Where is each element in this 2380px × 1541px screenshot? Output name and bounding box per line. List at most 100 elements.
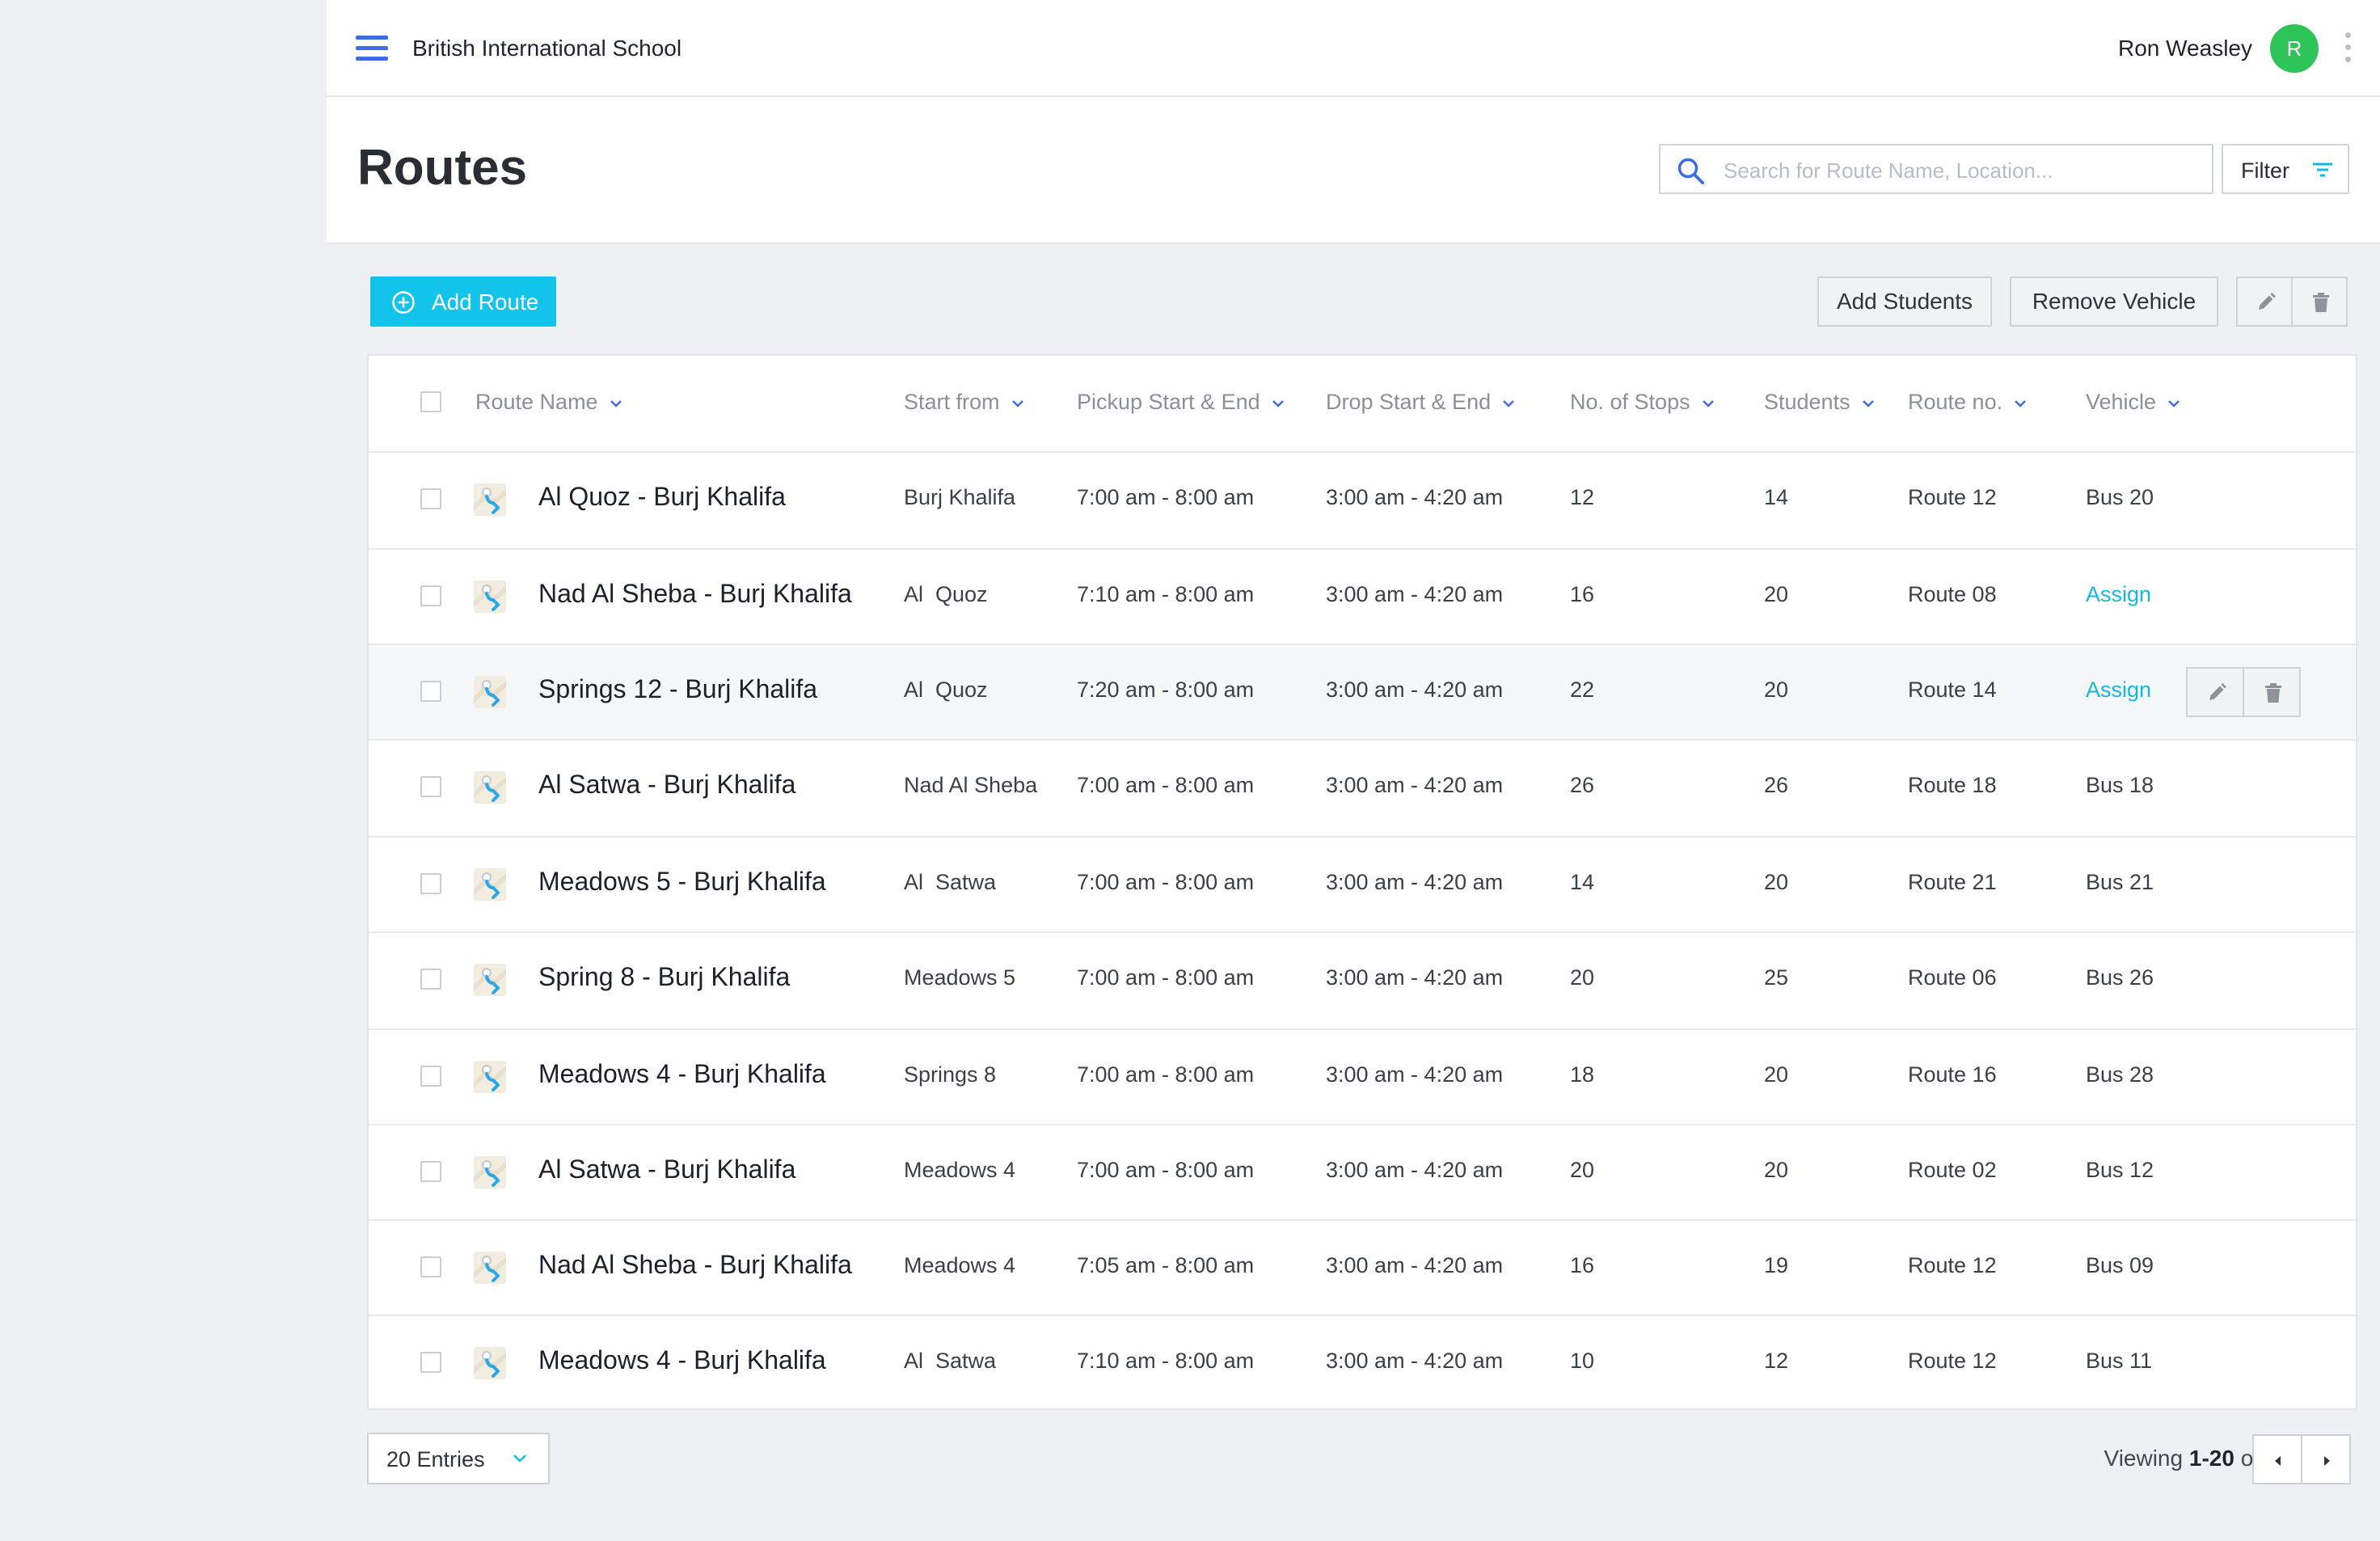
- route-name[interactable]: Al Quoz - Burj Khalifa: [538, 482, 786, 512]
- route-number: Route 06: [1908, 965, 1997, 990]
- filter-button[interactable]: Filter: [2222, 144, 2349, 194]
- stops-count: 16: [1570, 1253, 1595, 1277]
- column-header-route-no[interactable]: Route no.: [1908, 390, 2027, 415]
- assign-vehicle-link[interactable]: Assign: [2086, 678, 2151, 703]
- route-name[interactable]: Nad Al Sheba - Burj Khalifa: [538, 579, 852, 609]
- row-checkbox[interactable]: [420, 776, 441, 797]
- vehicle: Bus 21: [2086, 870, 2154, 894]
- assign-vehicle-link[interactable]: Assign: [2086, 582, 2151, 607]
- route-name[interactable]: Springs 12 - Burj Khalifa: [538, 674, 817, 704]
- delete-button[interactable]: [2291, 277, 2348, 327]
- start-from: Burj Khalifa: [904, 485, 1016, 509]
- next-page-button[interactable]: [2301, 1434, 2351, 1484]
- students-count: 20: [1764, 1062, 1789, 1087]
- user-name[interactable]: Ron Weasley: [2118, 36, 2252, 61]
- stops-count: 14: [1570, 870, 1595, 894]
- chevron-down-icon: [1503, 399, 1514, 407]
- students-count: 12: [1764, 1349, 1789, 1373]
- column-header-pickup[interactable]: Pickup Start & End: [1077, 390, 1285, 415]
- column-header-start-from[interactable]: Start from: [904, 390, 1024, 415]
- route-number: Route 08: [1908, 582, 1997, 606]
- drop-time: 3:00 am - 4:20 am: [1326, 773, 1504, 797]
- route-number: Route 16: [1908, 1062, 1997, 1087]
- pickup-time: 7:10 am - 8:00 am: [1077, 1349, 1255, 1373]
- route-name[interactable]: Meadows 5 - Burj Khalifa: [538, 867, 826, 897]
- row-checkbox[interactable]: [420, 1256, 441, 1277]
- column-header-students[interactable]: Students: [1764, 390, 1875, 415]
- column-header-stops[interactable]: No. of Stops: [1570, 390, 1715, 415]
- edit-button[interactable]: [2236, 277, 2293, 327]
- vehicle: Bus 12: [2086, 1158, 2154, 1182]
- table-row[interactable]: Al Satwa - Burj Khalifa Meadows 4 7:00 a…: [369, 1124, 2356, 1219]
- avatar[interactable]: R: [2270, 24, 2319, 73]
- start-from: Meadows 4: [904, 1253, 1016, 1277]
- select-all-checkbox[interactable]: [420, 391, 441, 412]
- entries-select[interactable]: 20 Entries: [367, 1433, 550, 1484]
- row-checkbox[interactable]: [420, 681, 441, 702]
- table-row[interactable]: Al Quoz - Burj Khalifa Burj Khalifa 7:00…: [369, 451, 2356, 548]
- table-row[interactable]: Springs 12 - Burj Khalifa Al Quoz 7:20 a…: [369, 644, 2356, 739]
- route-map-icon: [474, 771, 506, 804]
- remove-vehicle-button[interactable]: Remove Vehicle: [2010, 277, 2218, 327]
- column-header-route-name[interactable]: Route Name: [475, 390, 622, 415]
- table-row[interactable]: Al Satwa - Burj Khalifa Nad Al Sheba 7:0…: [369, 739, 2356, 836]
- start-from: Nad Al Sheba: [904, 773, 1038, 797]
- route-name[interactable]: Nad Al Sheba - Burj Khalifa: [538, 1250, 852, 1280]
- pickup-time: 7:20 am - 8:00 am: [1077, 678, 1255, 702]
- table-row[interactable]: Nad Al Sheba - Burj Khalifa Meadows 4 7:…: [369, 1219, 2356, 1315]
- more-vertical-icon[interactable]: [2343, 32, 2353, 68]
- route-name[interactable]: Al Satwa - Burj Khalifa: [538, 770, 795, 800]
- route-name[interactable]: Meadows 4 - Burj Khalifa: [538, 1059, 826, 1089]
- add-route-button[interactable]: Add Route: [370, 277, 556, 327]
- row-checkbox[interactable]: [420, 488, 441, 509]
- drop-time: 3:00 am - 4:20 am: [1326, 965, 1504, 990]
- drop-time: 3:00 am - 4:20 am: [1326, 870, 1504, 894]
- row-checkbox[interactable]: [420, 969, 441, 990]
- chevron-down-icon: [513, 1454, 526, 1463]
- row-checkbox[interactable]: [420, 1161, 441, 1182]
- add-students-button[interactable]: Add Students: [1817, 277, 1992, 327]
- column-header-drop[interactable]: Drop Start & End: [1326, 390, 1515, 415]
- stops-count: 12: [1570, 485, 1595, 509]
- chevron-left-icon: [2275, 1456, 2281, 1466]
- filter-icon: [2313, 163, 2332, 177]
- route-name[interactable]: Meadows 4 - Burj Khalifa: [538, 1345, 826, 1375]
- chevron-down-icon: [610, 399, 622, 407]
- stops-count: 16: [1570, 582, 1595, 606]
- table-row[interactable]: Meadows 4 - Burj Khalifa Springs 8 7:00 …: [369, 1028, 2356, 1124]
- row-checkbox[interactable]: [420, 1066, 441, 1087]
- chevron-down-icon: [1862, 399, 1874, 407]
- filter-label: Filter: [2241, 158, 2289, 183]
- column-header-vehicle[interactable]: Vehicle: [2086, 390, 2180, 415]
- chevron-down-icon: [1272, 399, 1284, 407]
- vehicle: Bus 20: [2086, 485, 2154, 509]
- route-name[interactable]: Al Satwa - Burj Khalifa: [538, 1155, 795, 1184]
- route-number: Route 18: [1908, 773, 1997, 797]
- stops-count: 26: [1570, 773, 1595, 797]
- route-name[interactable]: Spring 8 - Burj Khalifa: [538, 962, 790, 992]
- menu-icon[interactable]: [356, 36, 388, 61]
- route-map-icon: [474, 1156, 506, 1188]
- search-box[interactable]: [1659, 144, 2213, 194]
- row-checkbox[interactable]: [420, 1352, 441, 1373]
- route-number: Route 14: [1908, 678, 1997, 702]
- table-row[interactable]: Meadows 5 - Burj Khalifa Al Satwa 7:00 a…: [369, 836, 2356, 931]
- routes-table: Route Name Start from Pickup Start & End…: [367, 354, 2357, 1410]
- row-checkbox[interactable]: [420, 873, 441, 894]
- vehicle: Bus 11: [2086, 1349, 2153, 1373]
- pickup-time: 7:00 am - 8:00 am: [1077, 773, 1255, 797]
- students-count: 25: [1764, 965, 1789, 990]
- route-number: Route 12: [1908, 1253, 1997, 1277]
- table-row[interactable]: Spring 8 - Burj Khalifa Meadows 5 7:00 a…: [369, 931, 2356, 1028]
- previous-page-button[interactable]: [2252, 1434, 2302, 1484]
- row-checkbox[interactable]: [420, 585, 441, 606]
- row-delete-button[interactable]: [2243, 667, 2301, 717]
- drop-time: 3:00 am - 4:20 am: [1326, 582, 1504, 606]
- start-from: Al Satwa: [904, 1349, 997, 1373]
- table-row[interactable]: Nad Al Sheba - Burj Khalifa Al Quoz 7:10…: [369, 548, 2356, 644]
- school-name: British International School: [412, 36, 682, 61]
- chevron-down-icon: [2015, 399, 2026, 407]
- search-input[interactable]: [1722, 154, 2202, 188]
- row-edit-button[interactable]: [2186, 667, 2244, 717]
- table-row[interactable]: Meadows 4 - Burj Khalifa Al Satwa 7:10 a…: [369, 1315, 2356, 1408]
